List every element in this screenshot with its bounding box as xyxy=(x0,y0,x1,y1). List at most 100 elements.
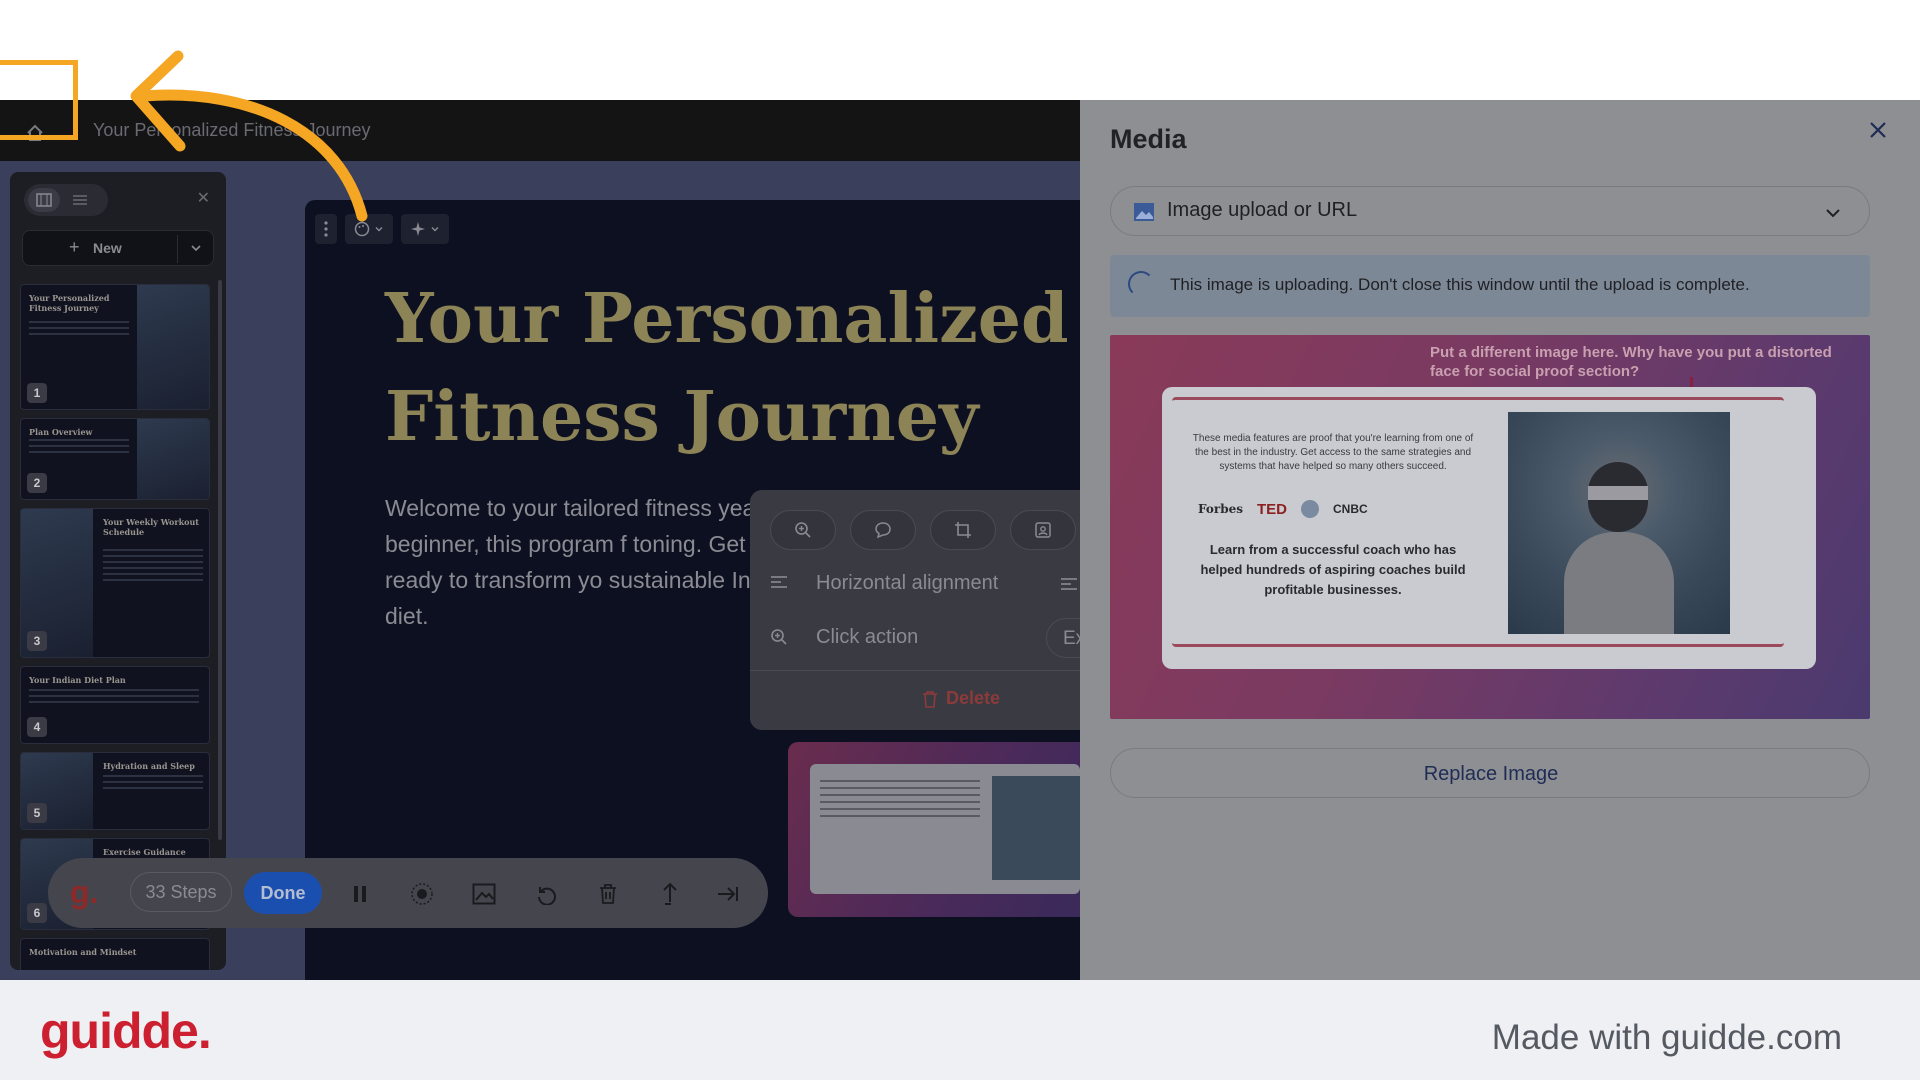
zoom-button[interactable] xyxy=(770,510,836,550)
delete-step-button[interactable] xyxy=(592,878,624,910)
heading-line-2: Fitness Journey xyxy=(385,377,979,457)
footer: guidde. Made with guidde.com xyxy=(0,980,1920,1080)
distorted-face-photo xyxy=(1508,412,1730,634)
preview-photo xyxy=(992,776,1080,880)
slide-number: 2 xyxy=(27,473,47,493)
pause-icon xyxy=(354,886,366,902)
spinner-icon xyxy=(1128,271,1154,297)
slide-thumbnail-1[interactable]: Your Personalized Fitness Journey 1 xyxy=(20,284,210,410)
thumbnail-lines xyxy=(29,321,129,339)
plus-icon: + xyxy=(69,237,80,257)
thumbnail-image xyxy=(137,419,209,499)
preview-card xyxy=(810,764,1080,894)
arrow-up-icon xyxy=(663,882,677,905)
made-with-text: Made with guidde.com xyxy=(1491,1018,1842,1057)
click-action-label: Click action xyxy=(816,626,919,648)
slide-thumbnail-3[interactable]: Your Weekly Workout Schedule 3 xyxy=(20,508,210,658)
thumbnail-lines xyxy=(29,689,199,707)
pause-button[interactable] xyxy=(344,878,376,910)
horizontal-alignment-row[interactable]: Horizontal alignment xyxy=(770,564,1080,604)
chevron-down-icon xyxy=(191,245,201,252)
uploaded-image-preview[interactable]: Put a different image here. Why have you… xyxy=(1110,335,1870,719)
zoom-in-icon xyxy=(795,522,811,538)
delete-label: Delete xyxy=(946,688,1001,708)
chevron-down-icon xyxy=(1826,209,1840,218)
image-card-text: These media features are proof that you'… xyxy=(1192,433,1474,472)
crop-button[interactable] xyxy=(930,510,996,550)
screenshot-button[interactable] xyxy=(468,878,500,910)
skip-button[interactable] xyxy=(712,878,744,910)
ai-sparkle-button[interactable] xyxy=(401,214,449,244)
replace-image-label: Replace Image xyxy=(1423,763,1559,785)
undo-icon xyxy=(538,887,556,905)
crop-icon xyxy=(955,522,971,538)
align-left-icon xyxy=(771,576,787,588)
guidde-logo: g. xyxy=(70,874,99,910)
image-source-select[interactable]: Image upload or URL xyxy=(1110,186,1870,236)
thumbnail-title: Your Weekly Workout Schedule xyxy=(103,517,199,537)
comment-icon xyxy=(875,522,891,539)
image-card: These media features are proof that you'… xyxy=(1162,387,1816,669)
image-card-bold-text: Learn from a successful coach who has he… xyxy=(1200,542,1466,597)
forbes-logo: Forbes xyxy=(1198,502,1243,516)
image-icon xyxy=(472,883,496,905)
slide-number: 6 xyxy=(27,903,47,923)
slide-heading[interactable]: Your Personalized Fitness Journey xyxy=(385,270,1080,466)
delete-button[interactable]: Delete xyxy=(922,688,1000,709)
upload-notice-text: This image is uploading. Don't close thi… xyxy=(1170,275,1750,294)
photo-visor xyxy=(1588,486,1648,500)
thumbnail-title: Hydration and Sleep xyxy=(103,761,195,771)
horizontal-alignment-label: Horizontal alignment xyxy=(816,572,999,594)
slide-number: 3 xyxy=(27,631,47,651)
slide-image-preview[interactable] xyxy=(788,742,1080,917)
slides-sidebar: ✕ + New Your Personalized Fitness Journe… xyxy=(10,172,226,970)
thumbnail-title: Plan Overview xyxy=(29,427,93,437)
thumbnail-title: Motivation and Mindset xyxy=(29,947,137,957)
slide-number: 5 xyxy=(27,803,47,823)
slide-thumbnail-2[interactable]: Plan Overview 2 xyxy=(20,418,210,500)
trash-icon xyxy=(923,690,937,708)
steps-counter[interactable]: 33 Steps xyxy=(130,872,232,912)
chevron-down-icon xyxy=(431,227,439,232)
close-media-panel-button[interactable] xyxy=(1866,118,1890,142)
undo-button[interactable] xyxy=(530,878,562,910)
zoom-in-icon xyxy=(771,629,787,645)
focus-frame-icon xyxy=(1035,522,1051,538)
thumbnail-lines xyxy=(103,775,203,793)
thumbnail-title: Exercise Guidance xyxy=(103,847,186,857)
slide-thumbnail-4[interactable]: Your Indian Diet Plan 4 xyxy=(20,666,210,744)
trash-icon xyxy=(600,884,616,904)
sidebar-scrollbar[interactable] xyxy=(218,280,222,840)
photo-body xyxy=(1564,532,1674,634)
expand-button[interactable]: Expa xyxy=(1046,618,1080,658)
slide-body-text[interactable]: Welcome to your tailored fitness year-ol… xyxy=(385,490,805,634)
done-button[interactable]: Done xyxy=(244,872,322,914)
new-slide-label: New xyxy=(93,240,122,256)
close-icon xyxy=(1870,122,1886,138)
thumbnail-lines xyxy=(29,439,129,457)
blur-button[interactable] xyxy=(406,878,438,910)
focus-button[interactable] xyxy=(1010,510,1076,550)
callout-arrow-icon xyxy=(130,50,368,222)
guidde-brand-logo: guidde. xyxy=(40,1003,212,1059)
thumbnail-title: Your Indian Diet Plan xyxy=(29,675,126,685)
click-action-row[interactable]: Click action Expa xyxy=(770,618,1080,658)
new-slide-dropdown[interactable] xyxy=(189,241,203,260)
align-option-icon[interactable] xyxy=(1060,576,1078,594)
comment-button[interactable] xyxy=(850,510,916,550)
replace-image-button[interactable]: Replace Image xyxy=(1110,748,1870,798)
image-icon xyxy=(1134,203,1154,221)
share-button[interactable] xyxy=(654,878,686,910)
thumbnail-title: Your Personalized Fitness Journey xyxy=(29,293,110,313)
image-options-popover: Horizontal alignment Click action Expa D… xyxy=(750,490,1080,730)
slide-thumbnail-5[interactable]: Hydration and Sleep 5 xyxy=(20,752,210,830)
slide-thumbnail-7[interactable]: Motivation and Mindset xyxy=(20,938,210,970)
image-card-inner: These media features are proof that you'… xyxy=(1172,397,1784,647)
screen: Your Personalized Fitness Journey ✕ + Ne… xyxy=(0,0,1920,1080)
guidde-recorder-bar: g. 33 Steps Done xyxy=(48,858,768,928)
blur-icon xyxy=(411,883,433,905)
globe-logo xyxy=(1300,500,1319,518)
ted-logo: TED xyxy=(1256,500,1287,518)
cnbc-logo: CNBC xyxy=(1332,502,1368,516)
slide-number: 1 xyxy=(27,383,47,403)
